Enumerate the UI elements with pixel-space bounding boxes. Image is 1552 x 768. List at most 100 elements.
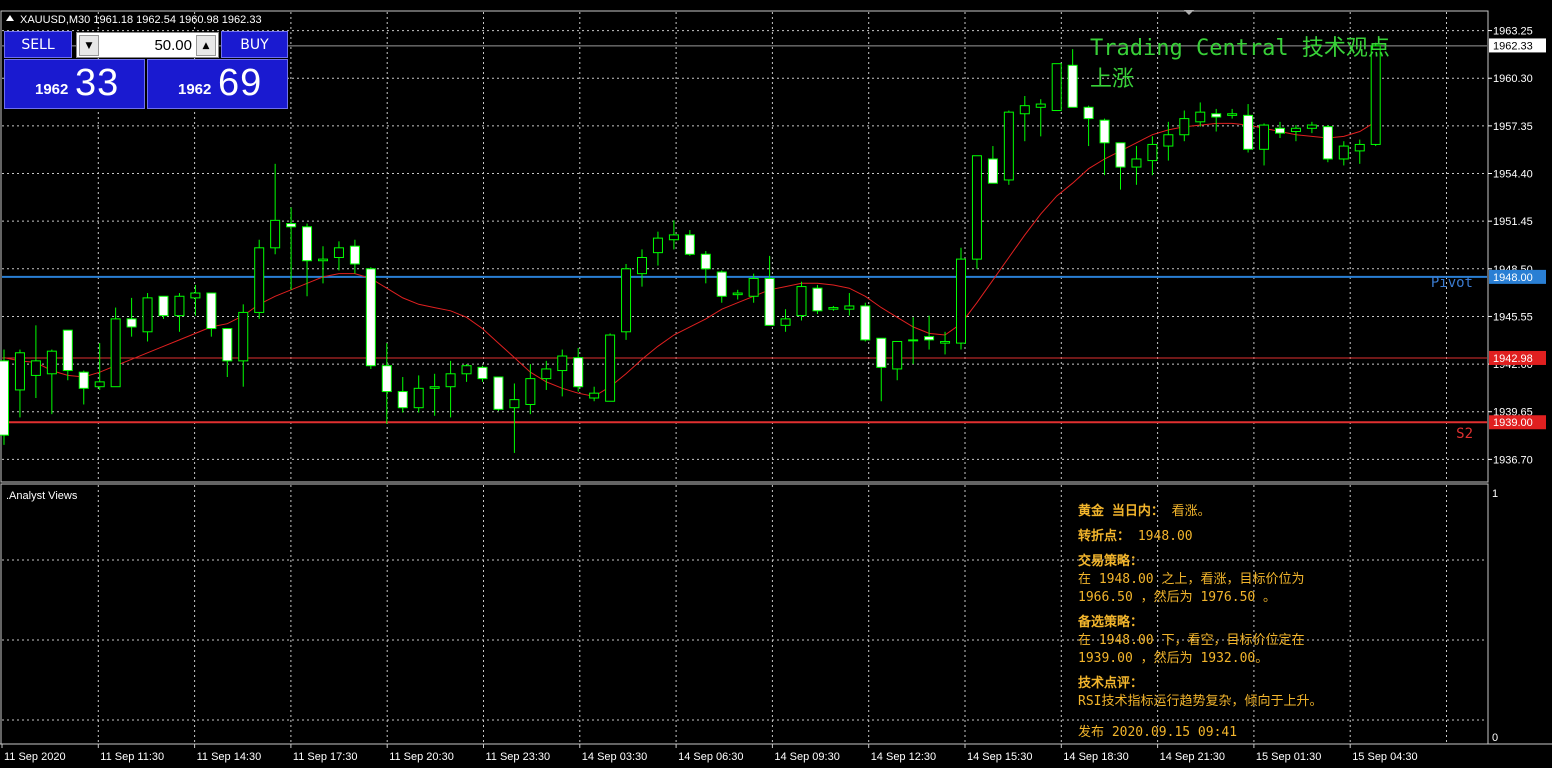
- candle-body: [94, 381, 105, 388]
- time-tick-label: 14 Sep 21:30: [1160, 751, 1225, 763]
- bid-price-main: 33: [75, 62, 120, 104]
- candle-body: [78, 371, 89, 389]
- candle-body: [1275, 127, 1285, 134]
- candle-body: [700, 253, 711, 270]
- chart-canvas[interactable]: 1963.25 1960.30 1957.35 1954.40 1951.45 1948.…: [0, 0, 1552, 768]
- triangle-down-icon: ▼: [85, 40, 93, 51]
- candle: [844, 293, 855, 316]
- shift-marker-icon[interactable]: [1184, 10, 1194, 15]
- analyst-strategy-line2: 1966.50 ，然后为 1976.50 。: [1078, 590, 1277, 605]
- candle-body: [254, 247, 265, 313]
- candle-body: [1243, 114, 1254, 150]
- analyst-comment-line: RSI技术指标运行趋势复杂，倾向于上升。: [1078, 694, 1323, 709]
- candle-body: [1354, 143, 1365, 152]
- candle: [668, 220, 679, 250]
- candle-body: [222, 328, 233, 362]
- analyst-comment-head: 技术点评：: [1078, 676, 1144, 691]
- candle: [971, 155, 982, 269]
- candle-body: [860, 305, 871, 341]
- bid-price-prefix: 1962: [35, 81, 69, 98]
- candle-body: [30, 360, 41, 376]
- window-title: XAUUSD,M30 1961.18 1962.54 1960.98 1962.…: [20, 14, 262, 26]
- analyst-outlook-row: 黄金 当日内： 看涨。: [1078, 500, 1211, 519]
- candle-body: [14, 352, 25, 391]
- time-tick-label: 11 Sep 23:30: [486, 751, 551, 763]
- candle-body: [349, 245, 360, 265]
- candle-body: [142, 297, 153, 333]
- candle-body: [1083, 106, 1094, 120]
- candle: [1290, 125, 1301, 142]
- volume-increase-button[interactable]: ▲: [196, 35, 216, 56]
- candle: [1099, 118, 1110, 176]
- candle-body: [318, 258, 328, 262]
- candle: [541, 360, 552, 390]
- candle: [1131, 146, 1142, 185]
- candle-body: [876, 337, 887, 368]
- current-price-tag: 1962.33: [1489, 38, 1546, 53]
- candle-body: [1227, 113, 1238, 116]
- one-click-trading-panel: SELL ▼ ▲ BUY 1962 33 1962 69: [4, 31, 289, 109]
- indicator-scale-top: 1: [1492, 488, 1498, 500]
- candle: [30, 325, 41, 399]
- buy-button[interactable]: BUY: [221, 31, 288, 58]
- candle-body: [971, 155, 982, 260]
- candle-body: [956, 258, 966, 344]
- candle: [365, 267, 376, 369]
- candle: [700, 251, 711, 284]
- candle-body: [1338, 145, 1349, 160]
- time-tick-label: 11 Sep 14:30: [197, 751, 262, 763]
- candle: [0, 349, 9, 445]
- candle-body: [1306, 124, 1317, 129]
- volume-input[interactable]: [103, 35, 194, 56]
- bid-price-button[interactable]: 1962 33: [4, 59, 145, 109]
- pivot-price-tag-label: 1948.00: [1493, 272, 1533, 284]
- candle-body: [190, 292, 201, 299]
- candle: [780, 309, 791, 332]
- candle: [477, 365, 488, 382]
- price-tick-label: 1963.25: [1493, 26, 1533, 38]
- candle: [222, 328, 233, 378]
- sell-button[interactable]: SELL: [4, 31, 72, 58]
- candle: [716, 270, 727, 303]
- candle-body: [238, 311, 249, 362]
- volume-box: ▼ ▲: [76, 32, 219, 58]
- price-tick-label: 1945.55: [1493, 311, 1533, 323]
- candle: [796, 281, 807, 321]
- candle: [1259, 123, 1270, 166]
- candle: [1147, 136, 1158, 176]
- current-price-tag-label: 1962.33: [1493, 40, 1533, 52]
- analyst-strategy-line1: 在 1948.00 之上，看涨，目标价位为: [1078, 572, 1305, 587]
- candle-body: [1019, 105, 1030, 115]
- candle: [493, 376, 504, 411]
- candle-body: [1035, 103, 1046, 108]
- candle-body: [652, 237, 663, 254]
- candle: [684, 230, 695, 256]
- pivot-price-tag: 1948.00: [1489, 269, 1546, 284]
- candle: [637, 249, 647, 287]
- candle-body: [1131, 158, 1142, 168]
- candle-body: [748, 277, 759, 297]
- analyst-pivot-head: 转折点：: [1078, 529, 1131, 544]
- ask-price-button[interactable]: 1962 69: [147, 59, 288, 109]
- time-tick-label: 11 Sep 11:30: [100, 751, 164, 763]
- price-tick-label: 1960.30: [1493, 73, 1533, 85]
- indicator-name: .Analyst Views: [6, 490, 78, 502]
- collapse-triangle-icon[interactable]: [6, 15, 14, 21]
- candle-body: [158, 295, 169, 317]
- s2-price-tag: 1939.00: [1489, 415, 1546, 430]
- candle-body: [780, 318, 791, 326]
- candle: [429, 373, 440, 416]
- ask-price-prefix: 1962: [178, 81, 212, 98]
- triangle-up-icon: ▲: [202, 40, 210, 51]
- candle: [876, 337, 887, 402]
- candle: [1003, 110, 1014, 185]
- candle: [1051, 63, 1062, 112]
- candle-body: [126, 318, 137, 328]
- volume-decrease-button[interactable]: ▼: [79, 35, 99, 56]
- candle-body: [381, 365, 392, 393]
- candle-body: [716, 271, 727, 297]
- candle: [621, 263, 632, 340]
- candle: [1306, 121, 1317, 134]
- overlay-signal: 上涨: [1090, 67, 1134, 92]
- s2-label: S2: [1456, 426, 1473, 442]
